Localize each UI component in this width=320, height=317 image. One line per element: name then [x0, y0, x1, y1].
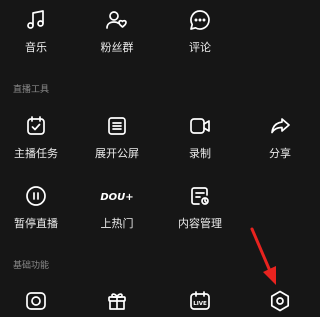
content-manage-icon	[188, 184, 212, 208]
live-replay-icon: LIVE	[188, 289, 212, 313]
pause-icon	[24, 184, 48, 208]
pause-live-label: 暂停直播	[14, 217, 58, 230]
live-badge-text: LIVE	[193, 301, 207, 307]
dou-plus-icon: DOU+	[97, 184, 137, 208]
share-label: 分享	[269, 147, 291, 160]
fans-group-label: 粉丝群	[100, 41, 134, 54]
task-calendar-icon	[24, 114, 48, 138]
public-screen-icon	[105, 114, 129, 138]
music-label: 音乐	[25, 41, 47, 54]
section-title-live-tools: 直播工具	[13, 85, 50, 95]
settings-hexagon-icon	[268, 289, 292, 313]
comment-label: 评论	[189, 41, 211, 54]
record-icon	[188, 114, 212, 138]
content-manage-label: 内容管理	[178, 217, 222, 230]
fans-group-icon	[105, 8, 129, 32]
public-screen-label: 展开公屏	[95, 147, 139, 160]
record-label: 录制	[189, 147, 211, 160]
camera-flip-icon	[24, 289, 48, 313]
anchor-task-label: 主播任务	[14, 147, 58, 160]
gift-icon	[105, 289, 129, 313]
hot-boost-label: 上热门	[100, 217, 134, 230]
music-note-icon	[24, 8, 48, 32]
dou-plus-logo-text: DOU+	[100, 192, 133, 203]
comment-icon	[188, 8, 212, 32]
section-title-basic-functions: 基础功能	[13, 261, 50, 271]
share-arrow-icon	[268, 114, 292, 138]
